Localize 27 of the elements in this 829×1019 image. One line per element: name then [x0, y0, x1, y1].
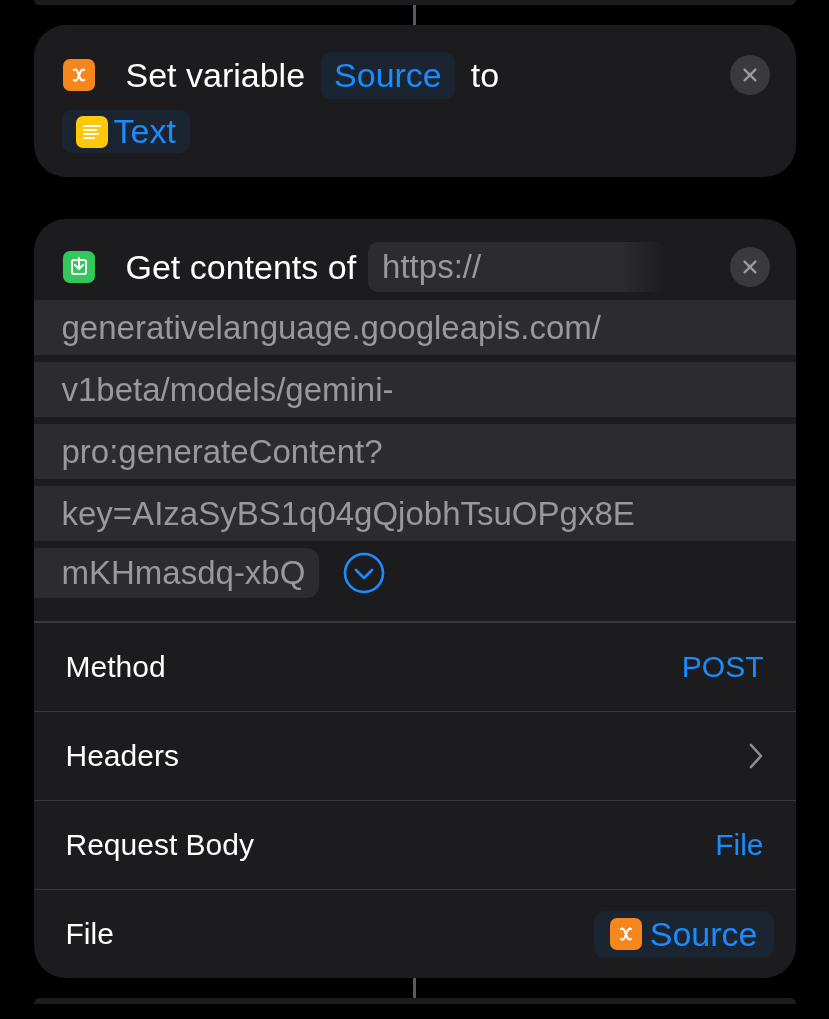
- action-title: Get contents of: [125, 247, 357, 287]
- close-button[interactable]: [729, 55, 770, 95]
- download-icon: [62, 251, 95, 283]
- row-label: File: [65, 917, 114, 951]
- variable-token[interactable]: Source: [593, 910, 774, 958]
- variable-icon: [609, 918, 642, 950]
- variable-token[interactable]: Source: [321, 51, 455, 99]
- row-label: Method: [65, 650, 166, 684]
- variable-icon: [62, 59, 95, 91]
- connector-text: to: [470, 55, 500, 95]
- row-value[interactable]: File: [715, 828, 764, 862]
- url-text[interactable]: generativelanguage.googleapis.com/: [33, 300, 796, 355]
- row-value[interactable]: POST: [681, 650, 764, 684]
- action-title: Set variable: [125, 55, 306, 95]
- chevron-icon[interactable]: [342, 551, 387, 595]
- close-icon: [740, 66, 759, 84]
- url-text[interactable]: v1beta/models/gemini-: [33, 362, 796, 417]
- chevron-right-icon[interactable]: [747, 742, 764, 770]
- close-icon: [740, 258, 759, 276]
- url-text[interactable]: key=AIzaSyBS1q04gQjobhTsuOPgx8E: [33, 486, 796, 541]
- close-button[interactable]: [729, 247, 770, 287]
- text-token[interactable]: Text: [61, 110, 190, 153]
- text-icon: [75, 115, 108, 148]
- row-label: Request Body: [65, 828, 254, 862]
- url-text[interactable]: pro:generateContent?: [33, 424, 796, 479]
- row-label: Headers: [65, 739, 179, 773]
- url-text[interactable]: mKHmasdq-xbQ: [33, 548, 320, 598]
